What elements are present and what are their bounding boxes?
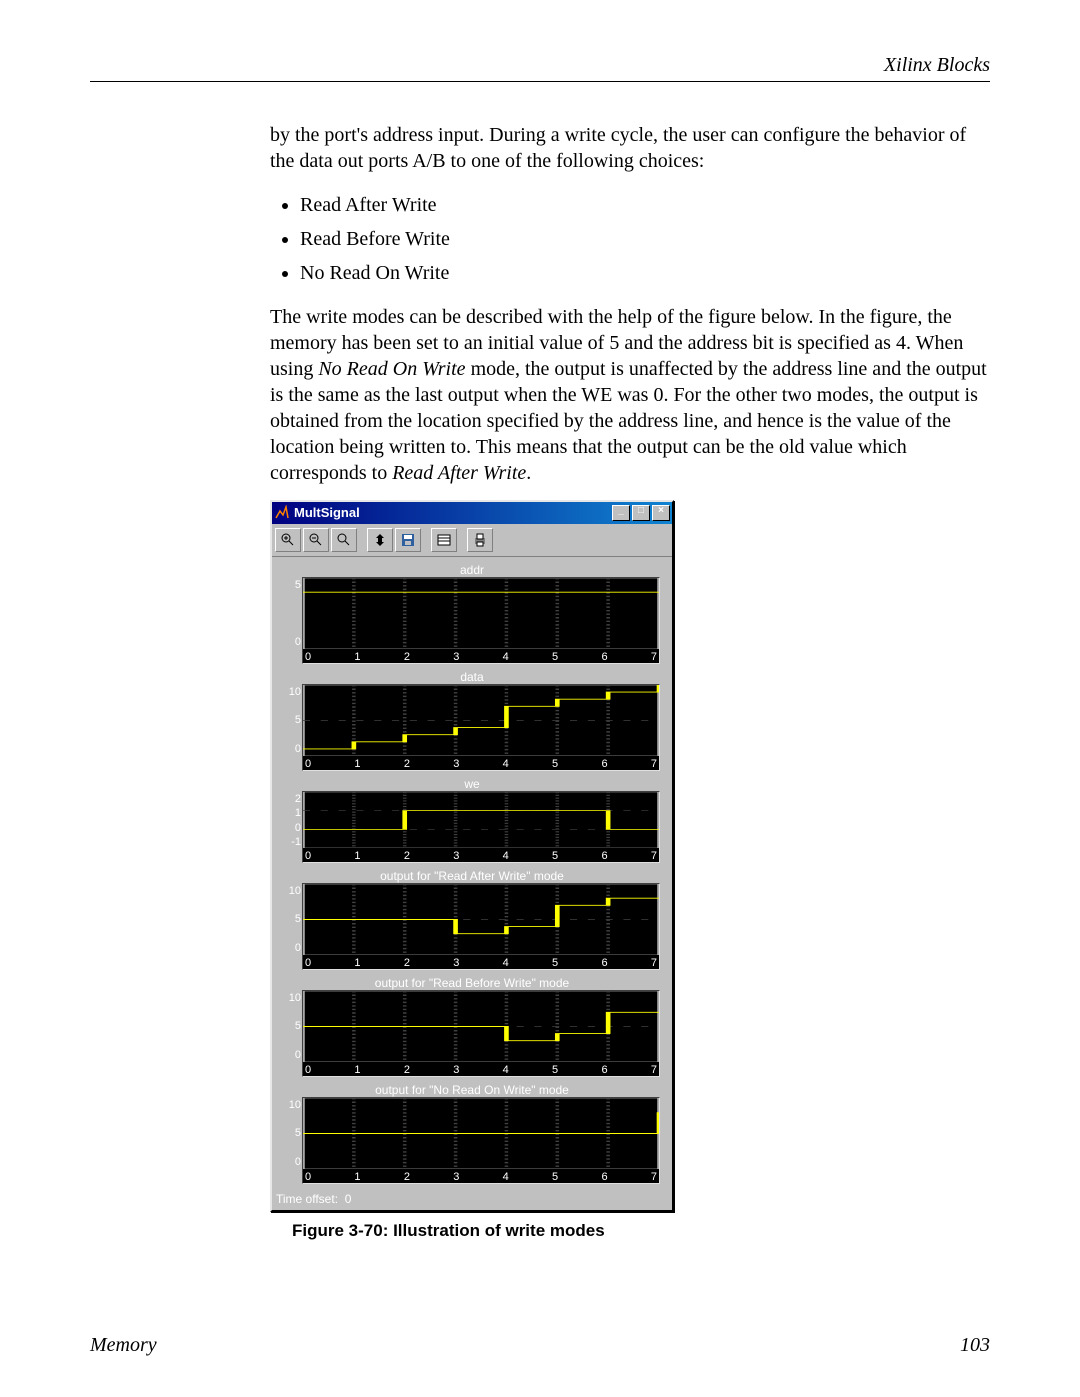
plot-canvas[interactable]: 105001234567	[302, 883, 660, 970]
plot-canvas[interactable]: 5001234567	[302, 577, 660, 664]
plot-title: data	[278, 670, 666, 684]
close-button[interactable]: ×	[652, 505, 670, 521]
footer-left: Memory	[90, 1334, 157, 1357]
print-icon[interactable]	[467, 528, 493, 552]
zoom-in-icon[interactable]	[275, 528, 301, 552]
plot-0: addr5001234567	[278, 563, 666, 664]
save-icon[interactable]	[395, 528, 421, 552]
plot-title: output for "Read Before Write" mode	[278, 976, 666, 990]
minimize-button[interactable]: _	[612, 505, 630, 521]
app-icon	[274, 505, 290, 521]
zoom-out-icon[interactable]	[303, 528, 329, 552]
window-title: MultSignal	[294, 505, 360, 522]
write-mode-bullets: Read After Write Read Before Write No Re…	[270, 188, 990, 290]
plot-4: output for "Read Before Write" mode10500…	[278, 976, 666, 1077]
plot-title: we	[278, 777, 666, 791]
multisignal-titlebar[interactable]: MultSignal _ □ ×	[272, 502, 672, 524]
autoscale-icon[interactable]	[367, 528, 393, 552]
plots-area: addr5001234567data105001234567we210-1012…	[272, 557, 672, 1192]
paragraph-2: The write modes can be described with th…	[270, 304, 990, 486]
plot-canvas[interactable]: 210-101234567	[302, 791, 660, 863]
figure-caption: Figure 3-70: Illustration of write modes	[292, 1220, 990, 1242]
plot-2: we210-101234567	[278, 777, 666, 863]
plot-canvas[interactable]: 105001234567	[302, 990, 660, 1077]
time-offset-label: Time offset: 0	[272, 1192, 672, 1210]
bullet-item: Read After Write	[300, 188, 990, 222]
plot-title: addr	[278, 563, 666, 577]
plot-title: output for "No Read On Write" mode	[278, 1083, 666, 1097]
plot-canvas[interactable]: 105001234567	[302, 1097, 660, 1184]
body-column: by the port's address input. During a wr…	[270, 122, 990, 1242]
page-header-right: Xilinx Blocks	[90, 54, 990, 77]
zoom-xy-icon[interactable]	[331, 528, 357, 552]
footer-page-number: 103	[960, 1334, 990, 1357]
plot-5: output for "No Read On Write" mode105001…	[278, 1083, 666, 1184]
maximize-button[interactable]: □	[632, 505, 650, 521]
header-rule	[90, 81, 990, 82]
plot-canvas[interactable]: 105001234567	[302, 684, 660, 771]
params-icon[interactable]	[431, 528, 457, 552]
multisignal-toolbar	[272, 524, 672, 557]
plot-3: output for "Read After Write" mode105001…	[278, 869, 666, 970]
paragraph-1: by the port's address input. During a wr…	[270, 122, 990, 174]
bullet-item: Read Before Write	[300, 222, 990, 256]
plot-1: data105001234567	[278, 670, 666, 771]
plot-title: output for "Read After Write" mode	[278, 869, 666, 883]
bullet-item: No Read On Write	[300, 256, 990, 290]
multisignal-window: MultSignal _ □ × addr5001	[270, 500, 674, 1212]
